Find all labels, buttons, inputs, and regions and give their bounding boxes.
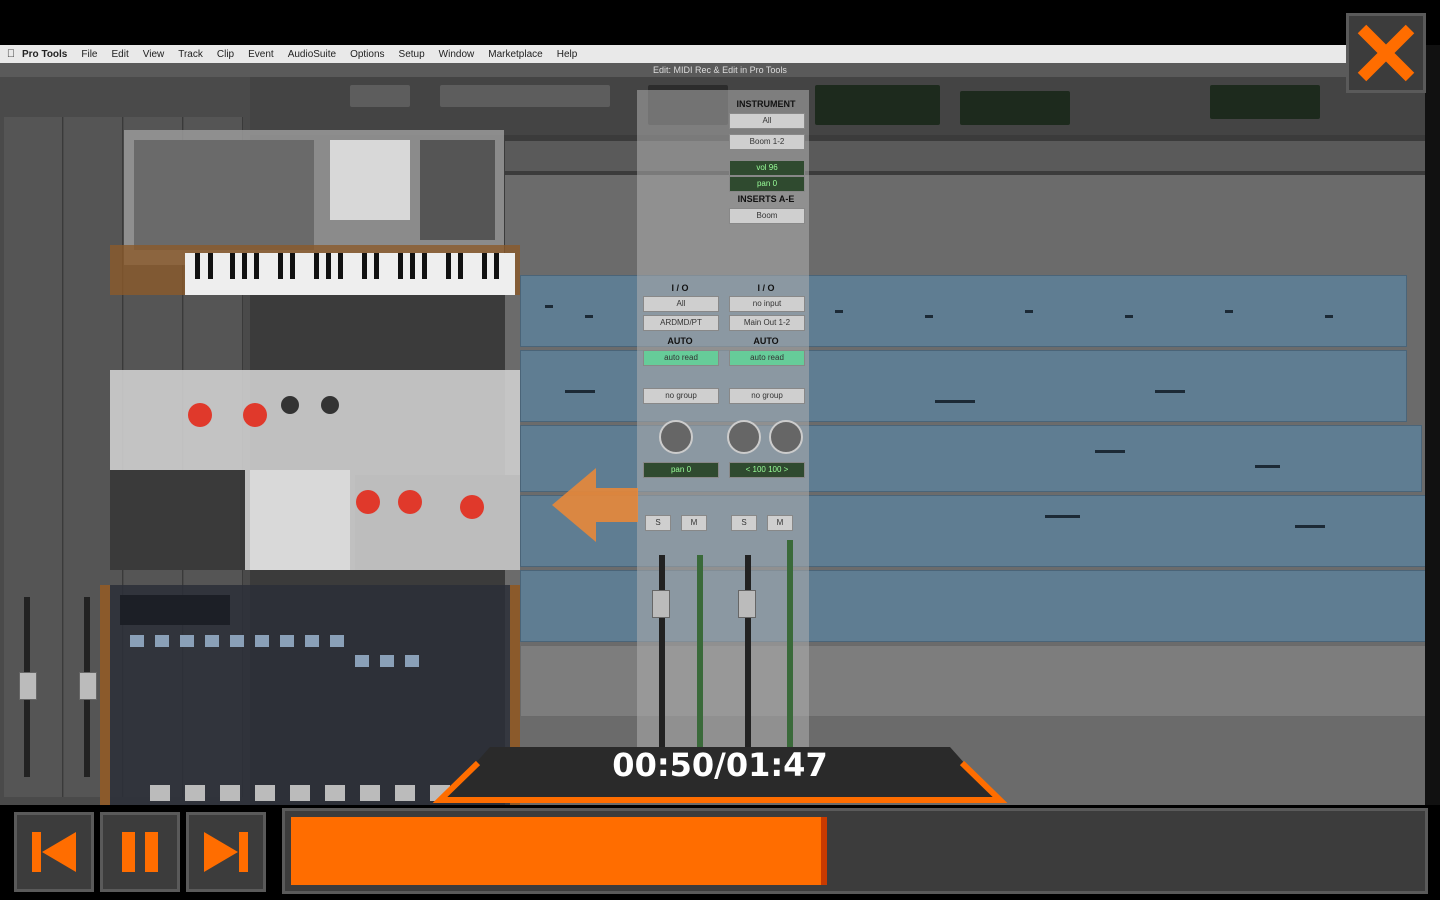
menu-item-view[interactable]: View [143, 49, 165, 60]
edge-shade [1425, 45, 1440, 805]
menu-item-window[interactable]: Window [439, 49, 475, 60]
menu-item-event[interactable]: Event [248, 49, 274, 60]
automation-mode[interactable]: auto read [729, 350, 805, 366]
menu-item-marketplace[interactable]: Marketplace [488, 49, 542, 60]
menu-item-clip[interactable]: Clip [217, 49, 234, 60]
apple-icon[interactable]:  [0, 48, 22, 60]
skip-forward-icon [204, 832, 248, 872]
fader-handle[interactable] [19, 672, 37, 700]
channel-strip-b: INSTRUMENT All Boom 1-2 vol 96 pan 0 INS… [723, 90, 809, 790]
group-selector[interactable]: no group [643, 388, 719, 404]
timecode-text: 00:50/01:47 [612, 746, 828, 784]
progress-bar[interactable] [282, 808, 1428, 894]
progress-fill [291, 817, 827, 885]
menu-item-help[interactable]: Help [557, 49, 578, 60]
mute-button[interactable]: M [681, 515, 707, 531]
pan-readout-b: pan 0 [729, 176, 805, 192]
menu-item-pro-tools[interactable]: Pro Tools [22, 49, 67, 60]
output-selector[interactable]: ARDMD/PT [643, 315, 719, 331]
fader-handle[interactable] [79, 672, 97, 700]
progress-handle[interactable] [821, 817, 827, 885]
stereo-pan-readout: < 100 100 > [729, 462, 805, 478]
pause-icon [122, 832, 158, 872]
instrument-input[interactable]: All [729, 113, 805, 129]
previous-button[interactable] [14, 812, 94, 892]
menu-item-edit[interactable]: Edit [112, 49, 129, 60]
insert-slot[interactable]: Boom [729, 208, 805, 224]
input-selector[interactable]: no input [729, 296, 805, 312]
modular-synth-image [100, 130, 520, 805]
instrument-output[interactable]: Boom 1-2 [729, 134, 805, 150]
menu-bar:  Pro Tools File Edit View Track Clip Ev… [0, 45, 1440, 63]
pan-readout: pan 0 [643, 462, 719, 478]
skip-back-icon [32, 832, 76, 872]
group-selector[interactable]: no group [729, 388, 805, 404]
solo-button[interactable]: S [645, 515, 671, 531]
mixer-strip [4, 117, 63, 797]
player-controls [0, 805, 1440, 900]
close-button[interactable] [1346, 13, 1426, 93]
channel-strip-a: I / O All ARDMD/PT AUTO auto read no gro… [637, 90, 723, 790]
input-selector[interactable]: All [643, 296, 719, 312]
window-title: Edit: MIDI Rec & Edit in Pro Tools [0, 63, 1440, 77]
arrow-left-icon [552, 468, 638, 542]
volume-fader[interactable] [652, 590, 670, 618]
menu-item-audiosuite[interactable]: AudioSuite [288, 49, 336, 60]
pan-right-knob[interactable] [769, 420, 803, 454]
menu-item-file[interactable]: File [81, 49, 97, 60]
mute-button[interactable]: M [767, 515, 793, 531]
menu-item-track[interactable]: Track [178, 49, 203, 60]
output-selector[interactable]: Main Out 1-2 [729, 315, 805, 331]
automation-mode[interactable]: auto read [643, 350, 719, 366]
pan-knob[interactable] [659, 420, 693, 454]
menu-item-setup[interactable]: Setup [399, 49, 425, 60]
next-button[interactable] [186, 812, 266, 892]
solo-button[interactable]: S [731, 515, 757, 531]
volume-readout: vol 96 [729, 160, 805, 176]
volume-fader[interactable] [738, 590, 756, 618]
pan-left-knob[interactable] [727, 420, 761, 454]
pause-button[interactable] [100, 812, 180, 892]
timecode-display: 00:50/01:47 [430, 742, 1010, 804]
menu-item-options[interactable]: Options [350, 49, 384, 60]
video-frame:  Pro Tools File Edit View Track Clip Ev… [0, 45, 1440, 805]
close-icon [1357, 24, 1415, 82]
